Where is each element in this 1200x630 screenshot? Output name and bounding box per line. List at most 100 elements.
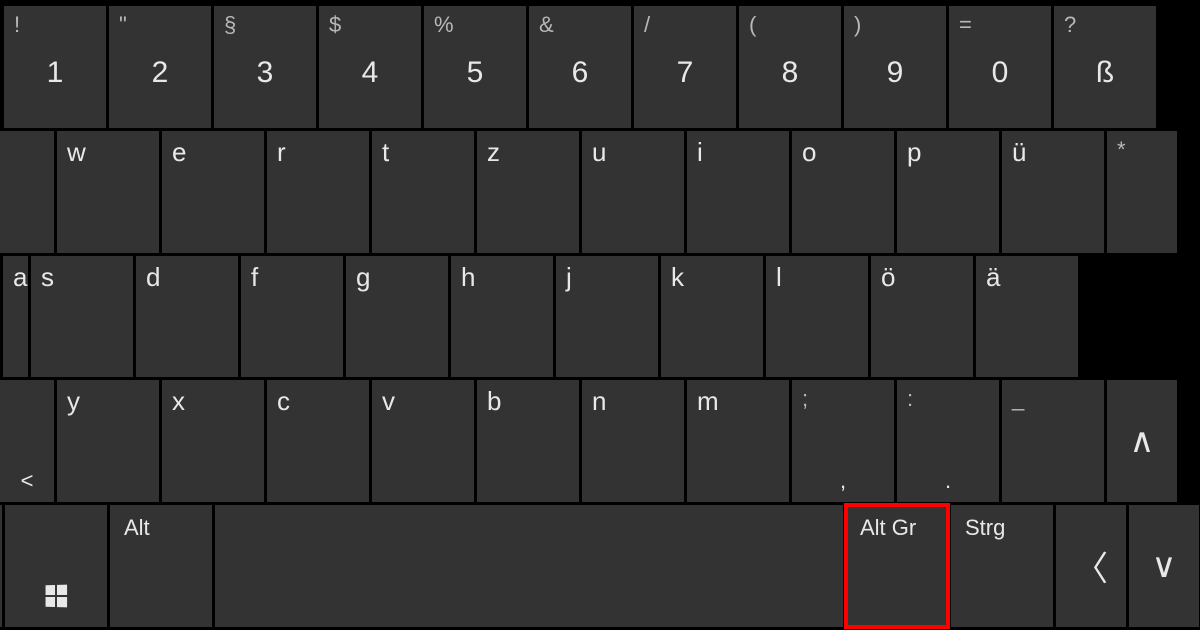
- key-up-arrow[interactable]: ∧: [1107, 380, 1177, 502]
- key-k[interactable]: k: [661, 256, 763, 378]
- key-f-label: f: [251, 262, 258, 293]
- key-ae[interactable]: ä: [976, 256, 1078, 378]
- key-oe-label: ö: [881, 262, 895, 293]
- key-0[interactable]: =0: [949, 6, 1051, 128]
- key-v[interactable]: v: [372, 380, 474, 502]
- modifier-row: Alt Alt Gr Strg 〈 ∨: [0, 505, 1200, 627]
- bottom-letter-row: < yx cv b n m;,:. _ ∧: [0, 380, 1200, 502]
- key-h-label: h: [461, 262, 475, 293]
- down-arrow-icon: ∨: [1152, 546, 1177, 586]
- key-p-label: p: [907, 137, 921, 168]
- key-alt[interactable]: Alt: [110, 505, 212, 627]
- key-minus[interactable]: _: [1002, 380, 1104, 502]
- key-v-label: v: [382, 386, 395, 417]
- key-period[interactable]: :.: [897, 380, 999, 502]
- key-less-than[interactable]: <: [0, 380, 54, 502]
- key-s[interactable]: s: [31, 256, 133, 378]
- key-alt-label: Alt: [124, 515, 150, 541]
- key-l-label: l: [776, 262, 782, 293]
- key-o[interactable]: o: [792, 131, 894, 253]
- key-x[interactable]: x: [162, 380, 264, 502]
- key-4[interactable]: $4: [319, 6, 421, 128]
- key-r-label: r: [277, 137, 286, 168]
- key-n[interactable]: n: [582, 380, 684, 502]
- key-3-upper-label: §: [224, 12, 236, 38]
- key-strg-label: Strg: [965, 515, 1005, 541]
- key-e[interactable]: e: [162, 131, 264, 253]
- key-9-label: 9: [887, 56, 904, 90]
- key-sharp-s[interactable]: ?ß: [1054, 6, 1156, 128]
- key-h[interactable]: h: [451, 256, 553, 378]
- key-strg[interactable]: Strg: [951, 505, 1053, 627]
- key-i[interactable]: i: [687, 131, 789, 253]
- key-less-than-lower-label: <: [21, 468, 34, 494]
- key-9[interactable]: )9: [844, 6, 946, 128]
- key-t[interactable]: t: [372, 131, 474, 253]
- left-arrow-icon: 〈: [1074, 542, 1108, 591]
- key-6-upper-label: &: [539, 12, 554, 38]
- key-fn-partial[interactable]: [0, 505, 2, 627]
- key-d[interactable]: d: [136, 256, 238, 378]
- key-c[interactable]: c: [267, 380, 369, 502]
- key-f[interactable]: f: [241, 256, 343, 378]
- key-z-label: z: [487, 137, 500, 168]
- key-g[interactable]: g: [346, 256, 448, 378]
- key-8[interactable]: (8: [739, 6, 841, 128]
- key-period-lower-label: .: [945, 468, 951, 494]
- key-3-label: 3: [257, 56, 274, 90]
- key-2[interactable]: "2: [109, 6, 211, 128]
- key-altgr-label: Alt Gr: [860, 515, 916, 541]
- key-3[interactable]: §3: [214, 6, 316, 128]
- key-d-label: d: [146, 262, 160, 293]
- key-o-label: o: [802, 137, 816, 168]
- key-period-upper-label: :: [907, 386, 913, 412]
- key-ue-label: ü: [1012, 137, 1026, 168]
- key-6[interactable]: &6: [529, 6, 631, 128]
- key-oe[interactable]: ö: [871, 256, 973, 378]
- key-5[interactable]: %5: [424, 6, 526, 128]
- key-9-upper-label: ): [854, 12, 861, 38]
- key-1[interactable]: !1: [4, 6, 106, 128]
- key-j[interactable]: j: [556, 256, 658, 378]
- key-w[interactable]: w: [57, 131, 159, 253]
- up-arrow-icon: ∧: [1130, 421, 1155, 461]
- key-e-label: e: [172, 137, 186, 168]
- key-s-label: s: [41, 262, 54, 293]
- key-p[interactable]: p: [897, 131, 999, 253]
- key-tab-partial[interactable]: [0, 131, 54, 253]
- key-altgr[interactable]: Alt Gr: [846, 505, 948, 627]
- key-comma[interactable]: ;,: [792, 380, 894, 502]
- key-a[interactable]: a: [3, 256, 28, 378]
- key-u-label: u: [592, 137, 606, 168]
- key-t-label: t: [382, 137, 389, 168]
- key-z[interactable]: z: [477, 131, 579, 253]
- key-down-arrow[interactable]: ∨: [1129, 505, 1199, 627]
- key-b-label: b: [487, 386, 501, 417]
- key-left-arrow[interactable]: 〈: [1056, 505, 1126, 627]
- key-4-label: 4: [362, 56, 379, 90]
- key-0-label: 0: [992, 56, 1009, 90]
- key-ue[interactable]: ü: [1002, 131, 1104, 253]
- key-b[interactable]: b: [477, 380, 579, 502]
- key-r[interactable]: r: [267, 131, 369, 253]
- windows-icon: [45, 585, 67, 607]
- key-space[interactable]: [215, 505, 843, 627]
- key-x-label: x: [172, 386, 185, 417]
- key-win[interactable]: [5, 505, 107, 627]
- key-l[interactable]: l: [766, 256, 868, 378]
- key-g-label: g: [356, 262, 370, 293]
- key-u[interactable]: u: [582, 131, 684, 253]
- key-m[interactable]: m: [687, 380, 789, 502]
- number-row: !1"2§3$4%5&6/7(8)9=0?ß: [0, 6, 1200, 128]
- key-7-label: 7: [677, 56, 694, 90]
- key-m-label: m: [697, 386, 719, 417]
- key-minus-upper-label: _: [1012, 386, 1024, 412]
- key-0-upper-label: =: [959, 12, 972, 38]
- key-n-label: n: [592, 386, 606, 417]
- key-plus[interactable]: *: [1107, 131, 1177, 253]
- key-y[interactable]: y: [57, 380, 159, 502]
- key-1-upper-label: !: [14, 12, 20, 38]
- key-plus-upper-label: *: [1117, 137, 1126, 163]
- key-2-upper-label: ": [119, 12, 127, 38]
- key-7[interactable]: /7: [634, 6, 736, 128]
